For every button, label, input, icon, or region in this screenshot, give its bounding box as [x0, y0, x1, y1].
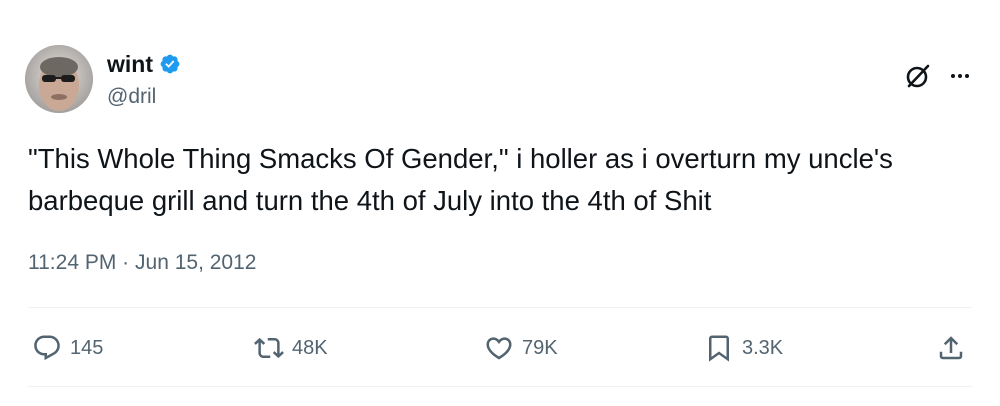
tweet-text: "This Whole Thing Smacks Of Gender," i h… [28, 143, 893, 216]
share-button[interactable] [936, 330, 966, 366]
retweet-icon [254, 337, 284, 359]
like-button[interactable]: 79K [484, 330, 558, 366]
share-icon [939, 336, 963, 360]
verified-badge-icon[interactable] [159, 53, 181, 75]
like-count: 79K [522, 336, 558, 359]
bookmark-count: 3.3K [742, 336, 784, 359]
grok-icon[interactable] [904, 62, 932, 90]
like-icon [486, 337, 512, 360]
reply-button[interactable]: 145 [32, 330, 103, 366]
timestamp-separator: · [122, 251, 130, 274]
tweet-date[interactable]: Jun 15, 2012 [135, 251, 256, 274]
bookmark-button[interactable]: 3.3K [704, 330, 783, 366]
user-handle[interactable]: @dril [107, 84, 156, 110]
reply-icon [34, 335, 60, 361]
divider [28, 386, 972, 387]
retweet-button[interactable]: 48K [254, 330, 328, 366]
tweet-timestamp[interactable]: 11:24 PM · Jun 15, 2012 [28, 248, 256, 278]
retweet-count: 48K [292, 336, 328, 359]
author-name-row[interactable]: wint [107, 50, 181, 78]
avatar-image [25, 45, 93, 113]
divider [28, 307, 972, 308]
tweet-time[interactable]: 11:24 PM [28, 251, 116, 274]
display-name[interactable]: wint [107, 50, 153, 78]
more-icon[interactable] [948, 64, 972, 88]
avatar[interactable] [25, 45, 93, 113]
tweet-card: wint @dril "This Whole Thing Smacks Of G… [0, 0, 1000, 406]
reply-count: 145 [70, 336, 104, 359]
tweet-header-actions [904, 62, 972, 90]
tweet-actions-bar: 145 48K 79K 3.3K [28, 330, 972, 366]
bookmark-icon [709, 335, 729, 362]
